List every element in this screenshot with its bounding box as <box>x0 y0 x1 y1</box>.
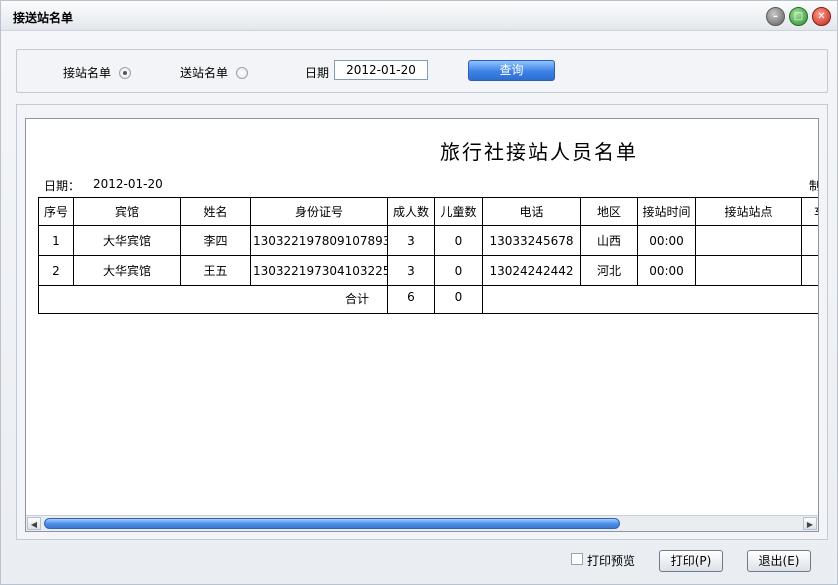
roster-table: 序号 宾馆 姓名 身份证号 成人数 儿童数 电话 地区 接站时间 接站站点 车 <box>38 197 818 314</box>
cell-region: 山西 <box>580 225 638 256</box>
scrollbar-thumb[interactable] <box>44 518 620 529</box>
report-date-label: 日期： <box>44 179 81 193</box>
cell-car <box>801 255 818 286</box>
cell-time: 00:00 <box>637 255 696 286</box>
total-row: 合计 6 0 <box>38 285 818 314</box>
title-bar[interactable]: 接送站名单 – □ ✕ <box>1 1 837 31</box>
cell-hotel: 大华宾馆 <box>73 225 181 256</box>
column-header: 序号 <box>38 197 74 226</box>
query-panel: 接站名单 送站名单 日期 查询 <box>16 49 828 93</box>
cell-id: 130322197304103225 <box>250 255 388 286</box>
cell-hotel: 大华宾馆 <box>73 255 181 286</box>
cell-phone: 13033245678 <box>482 225 581 256</box>
column-header: 接站时间 <box>637 197 696 226</box>
cell-region: 河北 <box>580 255 638 286</box>
cell-no: 2 <box>38 255 74 286</box>
main-window: 接送站名单 – □ ✕ 接站名单 送站名单 日期 查询 旅行社接站人员名单 日期… <box>0 0 838 585</box>
table-header-row: 序号 宾馆 姓名 身份证号 成人数 儿童数 电话 地区 接站时间 接站站点 车 <box>38 197 818 226</box>
cell-children: 0 <box>434 255 483 286</box>
minimize-icon[interactable]: – <box>766 7 785 26</box>
date-input[interactable] <box>334 60 428 80</box>
cell-car <box>801 225 818 256</box>
total-empty <box>482 285 818 314</box>
cell-adults: 3 <box>387 225 435 256</box>
column-header: 接站站点 <box>695 197 802 226</box>
column-header: 车 <box>801 197 818 226</box>
scroll-right-icon[interactable]: ▶ <box>803 517 817 530</box>
cell-children: 0 <box>434 225 483 256</box>
exit-button[interactable]: 退出(E) <box>747 550 811 572</box>
cell-id: 130322197809107893 <box>250 225 388 256</box>
column-header: 地区 <box>580 197 638 226</box>
total-children: 0 <box>434 285 483 314</box>
total-label: 合计 <box>38 285 388 314</box>
cell-no: 1 <box>38 225 74 256</box>
cell-time: 00:00 <box>637 225 696 256</box>
window-title: 接送站名单 <box>13 11 74 25</box>
query-button[interactable]: 查询 <box>468 60 555 81</box>
report-maker-label: 制 <box>809 177 818 194</box>
date-label: 日期 <box>305 66 330 80</box>
pickup-radio[interactable] <box>119 66 132 79</box>
column-header: 身份证号 <box>250 197 388 226</box>
cell-station <box>695 225 802 256</box>
cell-phone: 13024242442 <box>482 255 581 286</box>
print-button[interactable]: 打印(P) <box>659 550 723 572</box>
cell-name: 李四 <box>180 225 251 256</box>
dropoff-radio-label[interactable]: 送站名单 <box>180 64 228 81</box>
column-header: 宾馆 <box>73 197 181 226</box>
report-title: 旅行社接站人员名单 <box>440 140 638 164</box>
column-header: 成人数 <box>387 197 435 226</box>
column-header: 电话 <box>482 197 581 226</box>
print-preview-checkbox[interactable] <box>571 553 583 565</box>
dropoff-radio[interactable] <box>236 66 249 79</box>
pickup-radio-group[interactable]: 接站名单 <box>63 64 132 81</box>
table-row: 2 大华宾馆 王五 130322197304103225 3 0 1302424… <box>38 255 818 286</box>
dropoff-radio-group[interactable]: 送站名单 <box>180 64 249 81</box>
table-row: 1 大华宾馆 李四 130322197809107893 3 0 1303324… <box>38 225 818 256</box>
horizontal-scrollbar[interactable]: ◀ ▶ <box>26 515 818 531</box>
report-preview[interactable]: 旅行社接站人员名单 日期： 2012-01-20 制 序号 宾馆 姓名 身份证号… <box>25 118 819 532</box>
column-header: 儿童数 <box>434 197 483 226</box>
scroll-left-icon[interactable]: ◀ <box>27 517 41 530</box>
cell-adults: 3 <box>387 255 435 286</box>
print-preview-label[interactable]: 打印预览 <box>587 552 635 569</box>
report-date-value: 2012-01-20 <box>93 177 163 191</box>
cell-name: 王五 <box>180 255 251 286</box>
cell-station <box>695 255 802 286</box>
close-icon[interactable]: ✕ <box>812 7 831 26</box>
pickup-radio-label[interactable]: 接站名单 <box>63 64 111 81</box>
total-adults: 6 <box>387 285 435 314</box>
column-header: 姓名 <box>180 197 251 226</box>
report-panel: 旅行社接站人员名单 日期： 2012-01-20 制 序号 宾馆 姓名 身份证号… <box>16 104 828 540</box>
maximize-icon[interactable]: □ <box>789 7 808 26</box>
